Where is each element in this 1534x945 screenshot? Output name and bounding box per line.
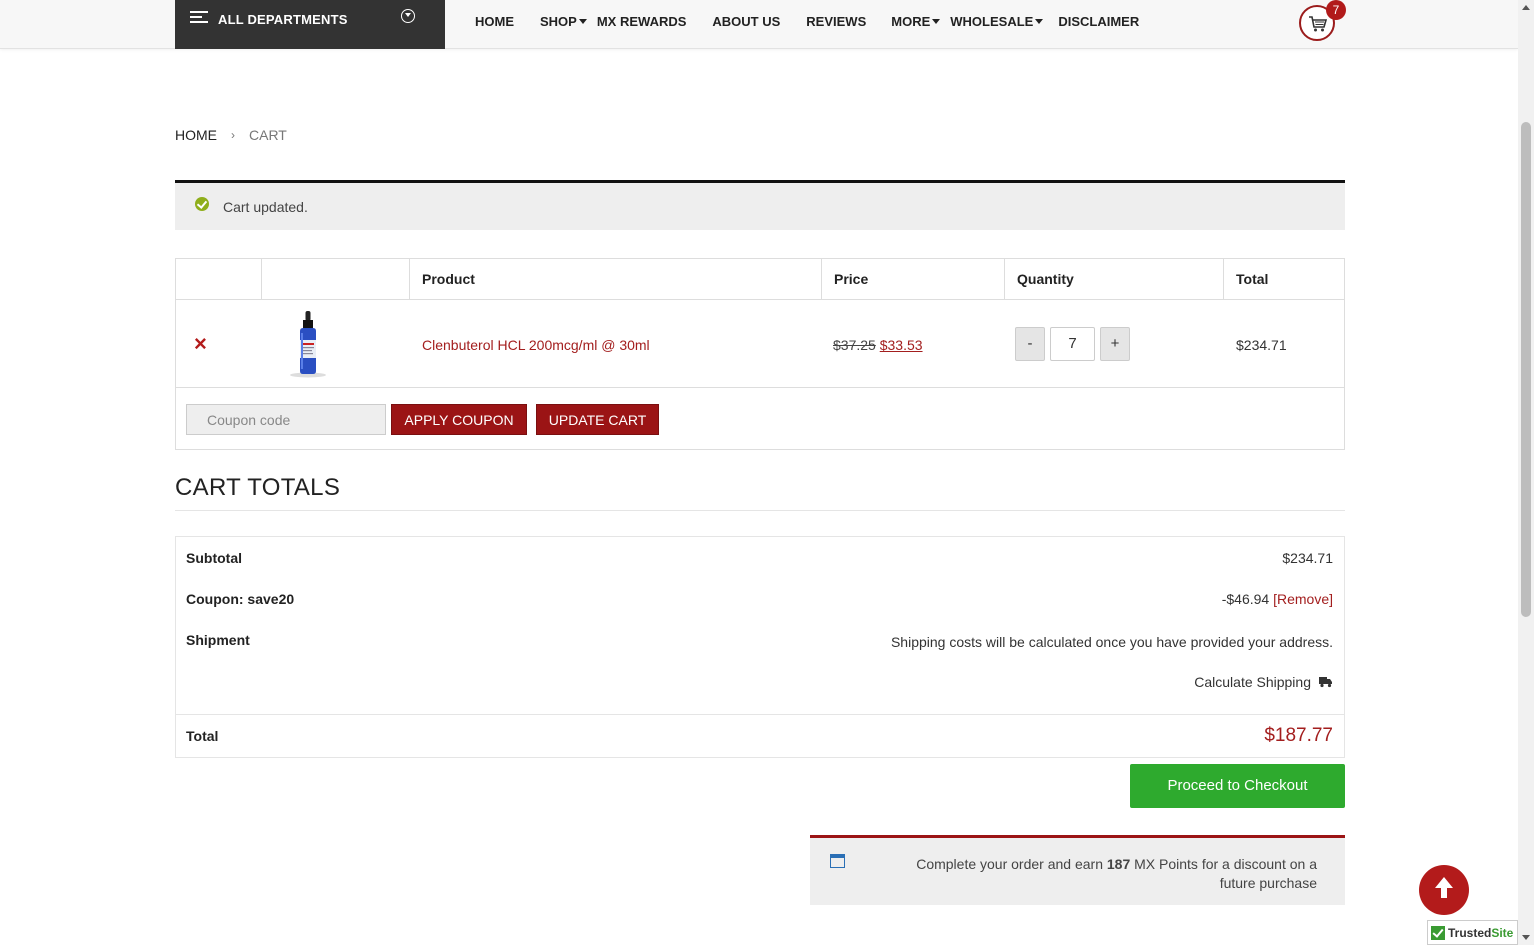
header-divider [176, 299, 1344, 300]
product-name-link[interactable]: Clenbuterol HCL 200mcg/ml @ 30ml [422, 337, 650, 353]
coupon-label: Coupon: save20 [186, 591, 295, 607]
caret-down-icon [1035, 19, 1044, 24]
nav-home[interactable]: HOME [475, 14, 514, 29]
nav-disclaimer-label: DISCLAIMER [1058, 14, 1140, 29]
line-total: $234.71 [1236, 337, 1287, 353]
order-total-value: $187.77 [1264, 725, 1333, 746]
nav-wholesale[interactable]: WHOLESALE [950, 14, 1044, 29]
all-departments-menu[interactable]: ALL DEPARTMENTS [175, 0, 445, 49]
nav-mx-rewards[interactable]: MX REWARDS [597, 14, 687, 29]
nav-about-us[interactable]: ABOUT US [712, 14, 780, 29]
all-departments-label: ALL DEPARTMENTS [218, 12, 348, 27]
coupon-discount-value: -$46.94 [1221, 591, 1270, 607]
chevron-circle-down-icon[interactable] [401, 9, 415, 23]
nav-reviews-label: REVIEWS [806, 14, 867, 29]
check-icon [1431, 925, 1445, 940]
nav-reviews[interactable]: REVIEWS [806, 14, 866, 29]
header-quantity: Quantity [1005, 259, 1224, 300]
scroll-to-top-button[interactable] [1419, 865, 1469, 915]
caret-down-icon [932, 19, 941, 24]
cart-totals-rule [175, 510, 1345, 511]
calculate-shipping-label: Calculate Shipping [1194, 674, 1311, 690]
cart-totals-title: CART TOTALS [175, 474, 341, 501]
nav-disclaimer[interactable]: DISCLAIMER [1058, 14, 1139, 29]
page-scrollbar[interactable] [1518, 0, 1534, 945]
cart-page: ALL DEPARTMENTS HOME SHOP MX REWARDS ABO… [0, 0, 1534, 945]
cart-table: Product Price Quantity Total × Clenbuter… [175, 258, 1345, 450]
quantity-increase-button[interactable]: + [1100, 327, 1130, 361]
notice-message: Cart updated. [223, 199, 308, 215]
cart-icon [1309, 16, 1328, 32]
scroll-up-arrow-icon[interactable] [1522, 5, 1530, 10]
calendar-icon [830, 854, 845, 868]
shipment-label: Shipment [186, 632, 250, 648]
nav-more[interactable]: MORE [891, 14, 941, 29]
scroll-down-arrow-icon[interactable] [1522, 935, 1530, 940]
nav-about-us-label: ABOUT US [712, 14, 781, 29]
shipment-note: Shipping costs will be calculated once y… [890, 634, 1333, 650]
breadcrumb-separator-icon: › [231, 128, 235, 142]
mx-points-message: Complete your order and earn 187 MX Poin… [810, 835, 1345, 905]
menu-icon [190, 11, 208, 25]
proceed-to-checkout-button[interactable]: Proceed to Checkout [1130, 764, 1345, 808]
nav-more-label: MORE [891, 14, 931, 29]
trustedsite-badge[interactable]: Trusted Site [1427, 920, 1518, 945]
price-cell: $37.25 $33.53 [833, 337, 923, 353]
subtotal-value: $234.71 [1282, 550, 1333, 566]
totals-divider [176, 714, 1344, 715]
header-total: Total [1236, 271, 1269, 287]
total-label: Total [186, 728, 219, 744]
calculate-shipping-link[interactable]: Calculate Shipping [1194, 674, 1333, 690]
quantity-input[interactable]: 7 [1050, 327, 1095, 361]
caret-down-icon [578, 19, 587, 24]
cart-count-badge: 7 [1326, 0, 1346, 20]
cart-updated-notice: Cart updated. [175, 180, 1345, 230]
scrollbar-thumb[interactable] [1521, 122, 1531, 617]
quantity-decrease-button[interactable]: - [1015, 327, 1045, 361]
trusted-badge-prefix: Trusted [1448, 925, 1492, 940]
apply-coupon-button[interactable]: APPLY COUPON [391, 404, 527, 435]
cart-totals-box: Subtotal $234.71 Coupon: save20 -$46.94 … [175, 536, 1345, 758]
points-text-after: MX Points for a discount on a future pur… [1130, 856, 1317, 891]
remove-coupon-link[interactable]: [Remove] [1273, 591, 1333, 607]
breadcrumb-home[interactable]: HOME [175, 127, 217, 143]
header-thumbnail-cell [262, 259, 410, 300]
header-remove-cell [176, 259, 262, 300]
old-price: $37.25 [833, 337, 876, 353]
points-amount: 187 [1106, 856, 1131, 872]
product-thumbnail[interactable] [286, 309, 330, 379]
nav-mx-rewards-label: MX REWARDS [596, 14, 687, 29]
breadcrumb-current: CART [249, 127, 287, 143]
row-divider [176, 387, 1344, 388]
update-cart-button[interactable]: UPDATE CART [536, 404, 659, 435]
nav-shop-label: SHOP [540, 14, 577, 29]
coupon-value-cell: -$46.94 [Remove] [1222, 591, 1333, 607]
breadcrumb: HOME › CART [175, 127, 287, 143]
remove-item-icon[interactable]: × [194, 333, 207, 355]
truck-icon [1319, 677, 1332, 688]
points-message-text: Complete your order and earn 187 MX Poin… [877, 855, 1317, 893]
subtotal-label: Subtotal [186, 550, 242, 566]
nav-wholesale-label: WHOLESALE [950, 14, 1034, 29]
check-circle-icon [195, 197, 209, 211]
nav-home-label: HOME [475, 14, 514, 29]
main-nav: HOME SHOP MX REWARDS ABOUT US REVIEWS MO… [475, 14, 1139, 29]
trusted-badge-suffix: Site [1491, 925, 1514, 940]
header-price: Price [822, 259, 1005, 300]
coupon-code-input[interactable]: Coupon code [186, 404, 386, 435]
points-text-before: Complete your order and earn [916, 856, 1107, 872]
sale-price: $33.53 [879, 337, 923, 353]
header-product: Product [410, 259, 822, 300]
top-navigation-bar: ALL DEPARTMENTS HOME SHOP MX REWARDS ABO… [0, 0, 1518, 49]
nav-shop[interactable]: SHOP [540, 14, 587, 29]
